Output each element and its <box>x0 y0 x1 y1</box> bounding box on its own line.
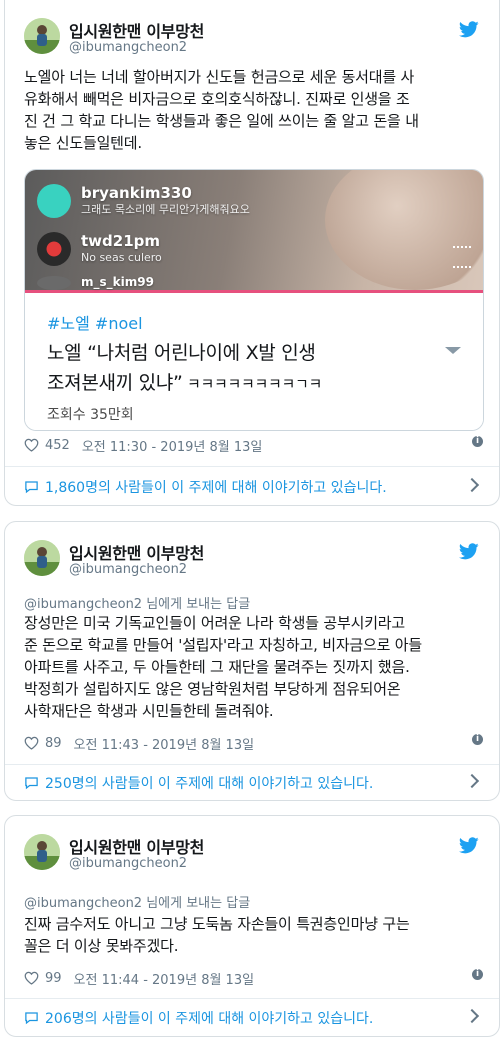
card-title: 노엘 “나처럼 어린나이에 X발 인생 조져본새끼 있냐” ㅋㅋㅋㅋㅋㅋㅋㅋㄱㅋ <box>47 338 437 399</box>
card-hashtags[interactable]: #노엘 #noel <box>47 310 143 334</box>
tweet-meta: 99 오전 11:44 - 2019년 8월 13일 i <box>24 968 483 988</box>
avatar[interactable] <box>24 834 60 870</box>
conversation-text[interactable]: 206명의 사람들이 이 주제에 대해 이야기하고 있습니다. <box>45 1008 373 1028</box>
comment-text: 그래도 목소리에 무리안가게해줘요오 <box>81 203 250 216</box>
heart-icon[interactable] <box>24 971 39 985</box>
tweet-text: 장성만은 미국 기독교인들이 어려운 나라 학생들 공부시키라고 준 돈으로 학… <box>24 614 422 720</box>
live-comment: bryankim330 그래도 목소리에 무리안가게해줘요오 <box>37 184 250 218</box>
speech-bubble-icon <box>25 1012 38 1025</box>
avatar[interactable] <box>24 18 60 54</box>
reply-to-suffix: 님에게 보내는 답글 <box>142 597 251 612</box>
comment-user: twd21pm <box>81 232 161 250</box>
like-count[interactable]: 452 <box>45 438 70 453</box>
tweet-timestamp[interactable]: 오전 11:44 - 2019년 8월 13일 <box>74 969 255 988</box>
display-name[interactable]: 입시원한맨 이부망천 <box>69 540 204 564</box>
chevron-right-icon[interactable] <box>464 773 480 789</box>
info-icon[interactable]: i <box>472 969 483 980</box>
display-name[interactable]: 입시원한맨 이부망천 <box>69 18 204 42</box>
tweet-timestamp[interactable]: 오전 11:43 - 2019년 8월 13일 <box>74 734 255 753</box>
view-count: 조회수 35만회 <box>47 407 134 423</box>
reply-to-label: @ibumangcheon2 님에게 보내는 답글 <box>24 892 250 911</box>
twitter-bird-icon[interactable] <box>459 21 479 38</box>
tweet-text: 노엘아 너는 너네 할아버지가 신도들 헌금으로 세운 동서대를 사 유화해서 … <box>24 68 419 152</box>
conversation-link[interactable]: 1,860명의 사람들이 이 주제에 대해 이야기하고 있습니다. <box>24 475 483 499</box>
tweet-timestamp[interactable]: 오전 11:30 - 2019년 8월 13일 <box>82 436 263 455</box>
tweet-meta: 89 오전 11:43 - 2019년 8월 13일 i <box>24 733 483 753</box>
chevron-right-icon[interactable] <box>464 1008 480 1024</box>
info-icon[interactable]: i <box>472 436 483 447</box>
video-thumbnail[interactable]: bryankim330 그래도 목소리에 무리안가게해줘요오 twd21pm N… <box>25 170 483 290</box>
divider <box>5 764 499 765</box>
tweet-text: 진짜 금수저도 아니고 그냥 도둑놈 자손들이 특권층인마냥 구는 꼴은 더 이… <box>24 915 410 955</box>
info-icon[interactable]: i <box>472 734 483 745</box>
card-details[interactable]: #노엘 #noel 노엘 “나처럼 어린나이에 X발 인생 조져본새끼 있냐” … <box>25 293 483 430</box>
reply-to-suffix: 님에게 보내는 답글 <box>142 896 251 911</box>
card-title-line1: 노엘 “나처럼 어린나이에 X발 인생 <box>47 342 316 364</box>
comment-user: m_s_kim99 <box>81 275 154 289</box>
like-count[interactable]: 99 <box>45 971 62 986</box>
conversation-text[interactable]: 1,860명의 사람들이 이 주제에 대해 이야기하고 있습니다. <box>45 477 387 497</box>
heart-icon[interactable] <box>24 736 39 750</box>
card-title-line2: 조져본새끼 있냐” <box>47 372 183 394</box>
user-handle[interactable]: @ibumangcheon2 <box>69 40 187 55</box>
speech-bubble-icon <box>25 777 38 790</box>
tweet-card[interactable]: 입시원한맨 이부망천 @ibumangcheon2 노엘아 너는 너네 할아버지… <box>4 0 500 506</box>
heart-icon[interactable] <box>24 438 39 452</box>
card-title-suffix: ㅋㅋㅋㅋㅋㅋㅋㅋㄱㅋ <box>182 375 323 393</box>
live-comment: m_s_kim99 <box>37 276 154 290</box>
user-handle[interactable]: @ibumangcheon2 <box>69 562 187 577</box>
twitter-bird-icon[interactable] <box>459 837 479 854</box>
conversation-link[interactable]: 250명의 사람들이 이 주제에 대해 이야기하고 있습니다. <box>24 771 483 795</box>
display-name[interactable]: 입시원한맨 이부망천 <box>69 834 204 858</box>
fullscreen-icon[interactable] <box>453 246 471 268</box>
dropdown-arrow-icon[interactable] <box>445 347 461 354</box>
speech-bubble-icon <box>25 481 38 494</box>
tweet-card[interactable]: 입시원한맨 이부망천 @ibumangcheon2 @ibumangcheon2… <box>4 815 500 1037</box>
conversation-text[interactable]: 250명의 사람들이 이 주제에 대해 이야기하고 있습니다. <box>45 773 373 793</box>
reply-to-label: @ibumangcheon2 님에게 보내는 답글 <box>24 593 250 612</box>
divider <box>5 466 499 467</box>
live-comment: twd21pm No seas culero <box>37 232 162 266</box>
twitter-bird-icon[interactable] <box>459 543 479 560</box>
avatar[interactable] <box>24 540 60 576</box>
tweet-card[interactable]: 입시원한맨 이부망천 @ibumangcheon2 @ibumangcheon2… <box>4 521 500 801</box>
user-handle[interactable]: @ibumangcheon2 <box>69 856 187 871</box>
divider <box>5 998 499 999</box>
reply-to-handle[interactable]: @ibumangcheon2 <box>24 896 142 911</box>
comment-text: No seas culero <box>81 251 162 264</box>
like-count[interactable]: 89 <box>45 736 62 751</box>
tweet-meta: 452 오전 11:30 - 2019년 8월 13일 i <box>24 435 483 455</box>
chevron-right-icon[interactable] <box>464 477 480 493</box>
comment-user: bryankim330 <box>81 184 192 202</box>
reply-to-handle[interactable]: @ibumangcheon2 <box>24 597 142 612</box>
media-card[interactable]: bryankim330 그래도 목소리에 무리안가게해줘요오 twd21pm N… <box>24 169 484 431</box>
conversation-link[interactable]: 206명의 사람들이 이 주제에 대해 이야기하고 있습니다. <box>24 1006 483 1030</box>
